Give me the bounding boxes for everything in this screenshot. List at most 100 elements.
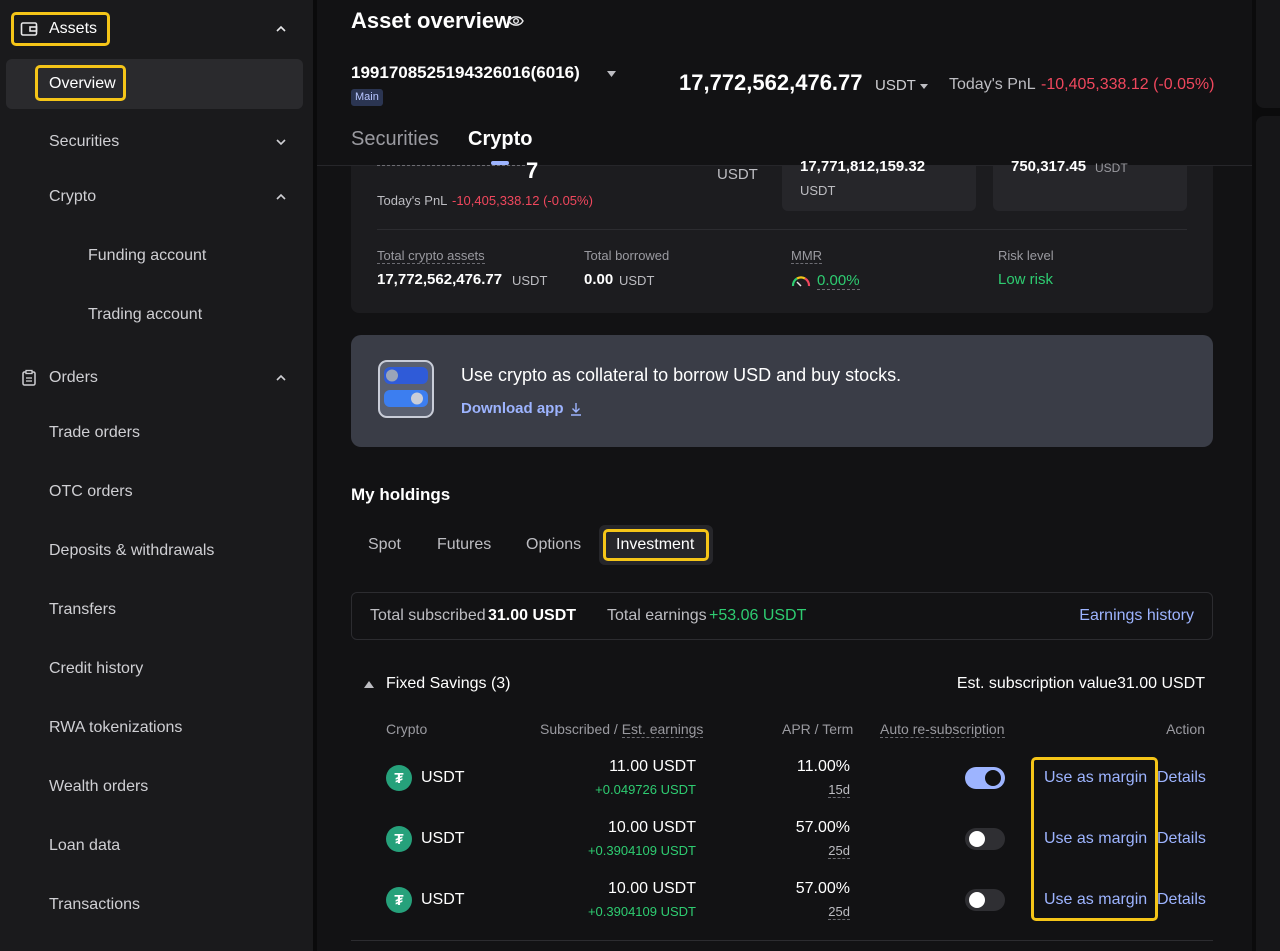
sidebar-label-trading: Trading account — [88, 306, 203, 323]
sidebar-label: Loan data — [49, 837, 121, 854]
toggle-illustration-icon — [378, 360, 434, 418]
chevron-up-icon — [276, 193, 286, 200]
sidebar: Assets Overview Securities Crypto Fundin… — [0, 0, 313, 951]
sidebar-item-transactions[interactable]: Transactions — [0, 881, 313, 929]
holdings-tab-options[interactable]: Options — [526, 536, 581, 554]
sidebar-item-orders[interactable]: Orders — [0, 354, 313, 402]
auto-resubscription-toggle[interactable] — [965, 767, 1005, 789]
total-crypto-label: Total crypto assets — [377, 248, 485, 264]
details-link[interactable]: Details — [1157, 830, 1206, 848]
sidebar-item-assets[interactable]: Assets — [0, 5, 313, 53]
row-earnings-text: +0.3904109 USDT — [587, 843, 696, 858]
collapse-caret-icon[interactable] — [364, 681, 374, 688]
holdings-tab-futures[interactable]: Futures — [437, 536, 491, 554]
row-term-text: 25d — [828, 904, 850, 920]
details-link[interactable]: Details — [1157, 769, 1206, 787]
sidebar-item-loan-data[interactable]: Loan data — [0, 822, 313, 870]
chevron-down-icon — [276, 139, 286, 146]
col-apr-term: APR / Term — [782, 721, 854, 737]
chevron-up-icon — [276, 374, 286, 381]
holdings-tab-spot[interactable]: Spot — [368, 536, 401, 554]
row-coin: USDT — [421, 769, 465, 786]
sidebar-item-overview[interactable]: Overview — [0, 60, 313, 108]
crypto-summary-card: 7 Today's PnL -10,405,338.12 (-0.05%) US… — [351, 158, 1213, 313]
holdings-title: My holdings — [351, 485, 451, 504]
total-earnings-value-text: +53.06 USDT — [709, 607, 807, 624]
caret-down-icon[interactable] — [920, 84, 928, 89]
use-as-margin-link[interactable]: Use as margin — [1044, 769, 1147, 787]
use-as-margin-link[interactable]: Use as margin — [1044, 891, 1147, 909]
row-apr: 57.00% — [795, 880, 850, 897]
row-subscribed: 10.00 USDT — [607, 819, 696, 836]
col-est-earnings: Est. earnings — [621, 721, 704, 738]
auto-resubscription-toggle[interactable] — [965, 828, 1005, 850]
chevron-up-icon — [276, 25, 286, 32]
col-action: Action — [1166, 721, 1205, 737]
sidebar-label: Transactions — [49, 896, 140, 913]
toggle-knob — [969, 892, 985, 908]
sidebar-item-securities[interactable]: Securities — [0, 118, 313, 166]
sidebar-item-crypto[interactable]: Crypto — [0, 173, 313, 221]
auto-resubscription-toggle[interactable] — [965, 889, 1005, 911]
risk-label: Risk level — [998, 248, 1054, 263]
row-earnings: +0.3904109 USDT — [588, 843, 696, 858]
use-as-margin-link[interactable]: Use as margin — [1044, 830, 1147, 848]
total-earnings-label: Total earnings — [607, 607, 707, 624]
sidebar-item-otc-orders[interactable]: OTC orders — [0, 468, 313, 516]
total-subscribed-label: Total subscribed — [370, 607, 486, 624]
fixed-savings-title[interactable]: Fixed Savings (3) — [386, 675, 511, 693]
account-id[interactable]: 19917085251943260​16(6016) — [351, 63, 580, 83]
row-apr: 57.00% — [795, 819, 850, 836]
earnings-history-link[interactable]: Earnings history — [1079, 607, 1194, 625]
row-subscribed: 10.00 USDT — [607, 880, 696, 897]
sidebar-label: RWA tokenizations — [49, 719, 183, 736]
row-earnings-text: +0.3904109 USDT — [587, 904, 696, 919]
right-panel-bottom — [1256, 116, 1280, 951]
sidebar-label-overview: Overview — [49, 75, 116, 92]
total-earnings-value: +53.06 USDT — [709, 607, 806, 625]
collateral-banner[interactable]: Use crypto as collateral to borrow USD a… — [351, 335, 1213, 447]
header-pnl-label: Today's PnL — [949, 76, 1036, 93]
sidebar-label: Transfers — [49, 601, 116, 618]
borrowed-unit: USDT — [619, 273, 655, 288]
clipboard-icon — [22, 369, 36, 386]
total-crypto-value: 17,772,562,476.77 — [377, 271, 503, 288]
sidebar-label: Trade orders — [49, 424, 140, 441]
table-row: ₮ USDT 11.00 USDT +0.049726 USDT 11.00% … — [317, 753, 1252, 811]
eye-icon[interactable] — [508, 14, 524, 28]
sidebar-label-crypto: Crypto — [49, 188, 97, 205]
sidebar-item-rwa-tokenizations[interactable]: RWA tokenizations — [0, 704, 313, 752]
total-crypto-unit: USDT — [512, 273, 548, 288]
total-balance-unit[interactable]: USDT — [875, 77, 916, 94]
sidebar-item-deposits-withdrawals[interactable]: Deposits & withdrawals — [0, 527, 313, 575]
usdt-coin-icon: ₮ — [386, 826, 412, 852]
sidebar-item-wealth-orders[interactable]: Wealth orders — [0, 763, 313, 811]
download-icon[interactable] — [570, 402, 582, 416]
tab-securities[interactable]: Securities — [351, 128, 439, 151]
download-app-link[interactable]: Download app — [461, 400, 564, 417]
account-tag: Main — [351, 89, 383, 106]
details-link[interactable]: Details — [1157, 891, 1206, 909]
sidebar-item-trade-orders[interactable]: Trade orders — [0, 409, 313, 457]
usdt-coin-icon: ₮ — [386, 765, 412, 791]
col-auto-resubscription: Auto re-subscription — [880, 721, 1005, 738]
right-panel-top — [1256, 0, 1280, 108]
summary-unit: USDT — [717, 166, 758, 183]
sidebar-item-transfers[interactable]: Transfers — [0, 586, 313, 634]
row-term-text: 25d — [828, 843, 850, 859]
row-term: 25d — [828, 843, 850, 859]
row-subscribed: 11.00 USDT — [609, 758, 696, 775]
sidebar-item-trading-account[interactable]: Trading account — [0, 291, 313, 339]
sidebar-item-funding-account[interactable]: Funding account — [0, 232, 313, 280]
sidebar-item-credit-history[interactable]: Credit history — [0, 645, 313, 693]
summary-pnl-label: Today's PnL — [377, 193, 448, 208]
subcard-1-unit: USDT — [800, 183, 836, 198]
holdings-tab-investment[interactable]: Investment — [616, 536, 694, 554]
gauge-icon — [791, 276, 811, 287]
banner-text: Use crypto as collateral to borrow USD a… — [461, 365, 902, 385]
sidebar-label: Deposits & withdrawals — [49, 542, 215, 559]
caret-down-icon[interactable] — [607, 71, 616, 77]
table-bottom-divider — [351, 940, 1213, 941]
row-coin: USDT — [421, 891, 465, 908]
tab-crypto[interactable]: Crypto — [468, 128, 532, 151]
